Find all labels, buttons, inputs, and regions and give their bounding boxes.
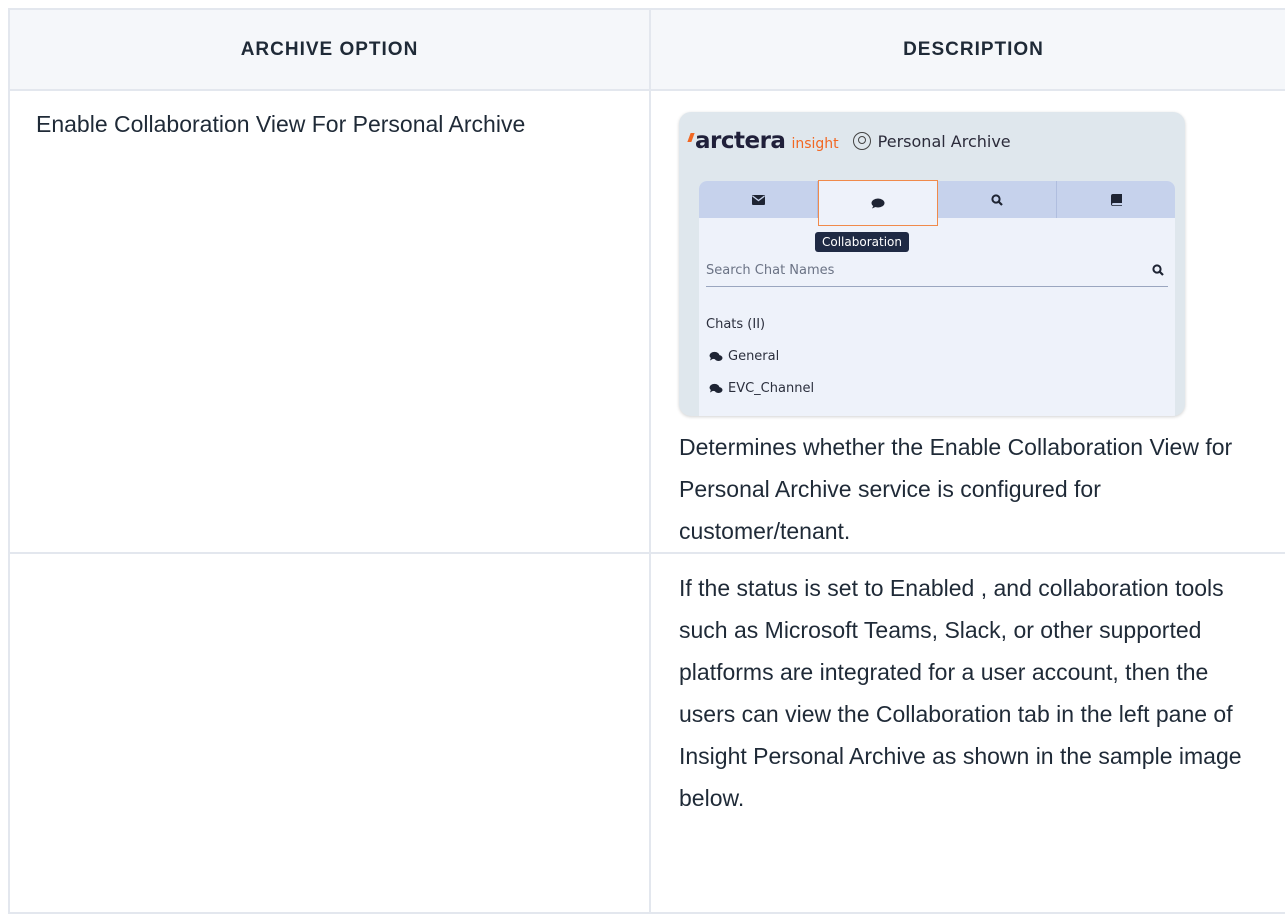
app-header: arctera insight Personal Archive: [687, 126, 1011, 156]
chat-bubbles-icon: [709, 383, 723, 393]
chat-bubble-icon: [871, 198, 885, 208]
description-cell: If the status is set to Enabled , and co…: [649, 552, 1285, 914]
left-pane: Collaboration Search Chat Names Chats (I…: [699, 180, 1175, 416]
list-item[interactable]: General: [709, 349, 779, 364]
tab-mail[interactable]: [699, 181, 818, 218]
chat-bubbles-icon: [709, 351, 723, 361]
table-row: If the status is set to Enabled , and co…: [8, 552, 1285, 914]
search-icon[interactable]: [1152, 264, 1164, 276]
tab-archive[interactable]: [1057, 181, 1175, 218]
chats-heading: Chats (II): [706, 317, 766, 332]
option-name: Enable Collaboration View For Personal A…: [36, 111, 526, 137]
search-icon: [991, 193, 1003, 206]
envelope-icon: [751, 194, 765, 205]
list-item[interactable]: EVC_Channel: [709, 381, 814, 396]
chat-name: EVC_Channel: [728, 381, 815, 396]
sample-screenshot: arctera insight Personal Archive Collabo…: [679, 112, 1185, 416]
option-cell: [8, 552, 651, 914]
collaboration-tooltip: Collaboration: [815, 232, 909, 252]
app-title: Personal Archive: [877, 131, 1011, 151]
chat-name: General: [728, 349, 780, 364]
brand-accent-mark: [687, 132, 695, 142]
option-cell: Enable Collaboration View For Personal A…: [8, 89, 651, 554]
personal-archive-icon: [852, 132, 871, 150]
option-description: Determines whether the Enable Collaborat…: [679, 434, 1233, 544]
book-icon: [1110, 193, 1122, 206]
archive-options-table: ARCHIVE OPTION DESCRIPTION Enable Collab…: [8, 8, 1285, 914]
search-placeholder: Search Chat Names: [706, 263, 835, 278]
tab-search[interactable]: [938, 181, 1057, 218]
header-archive-option: ARCHIVE OPTION: [8, 8, 651, 91]
option-description: If the status is set to Enabled , and co…: [679, 575, 1242, 811]
left-pane-tabs: [699, 180, 1175, 226]
chat-search-input[interactable]: Search Chat Names: [706, 260, 1168, 287]
brand-logo: arctera: [695, 128, 786, 154]
table-row: Enable Collaboration View For Personal A…: [8, 89, 1285, 554]
table-header-row: ARCHIVE OPTION DESCRIPTION: [8, 8, 1285, 91]
tab-collaboration[interactable]: [818, 180, 938, 226]
brand-product: insight: [791, 135, 839, 152]
header-description: DESCRIPTION: [649, 8, 1285, 91]
description-cell: arctera insight Personal Archive Collabo…: [649, 89, 1285, 554]
